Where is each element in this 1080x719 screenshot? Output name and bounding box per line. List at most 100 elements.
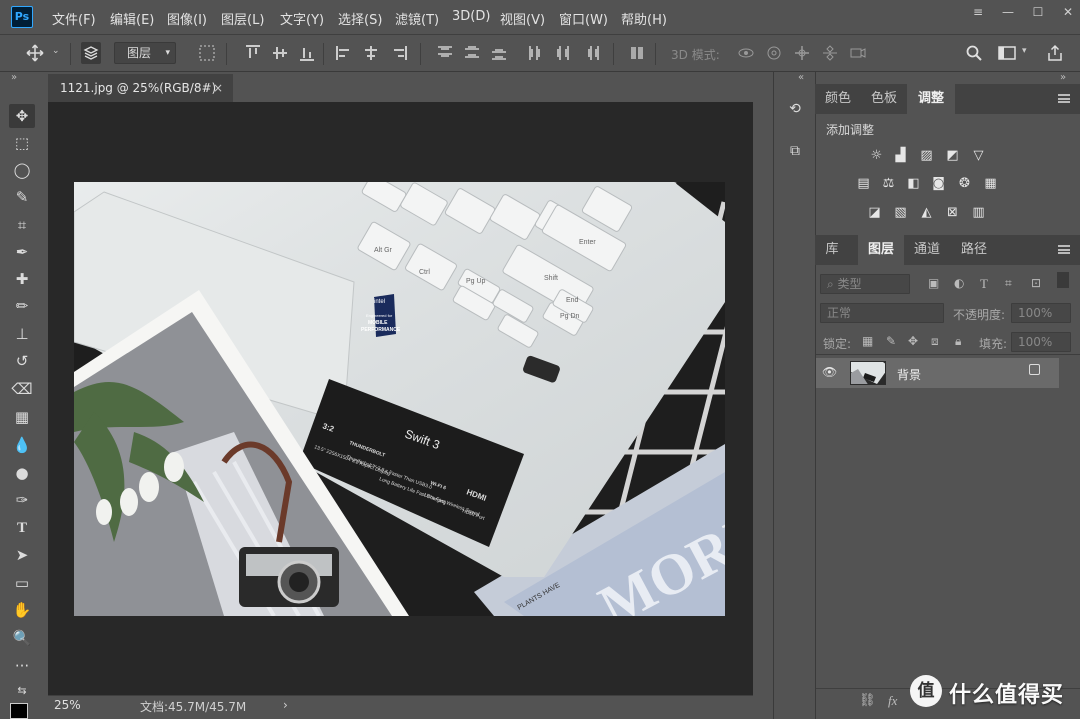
hand-tool-icon[interactable]: ✋	[9, 598, 35, 622]
tab-channels[interactable]: 通道	[905, 235, 949, 265]
orbit-3d-icon[interactable]	[737, 44, 755, 62]
brush-tool-icon[interactable]: ✏	[9, 294, 35, 318]
gradient-tool-icon[interactable]: ▦	[9, 405, 35, 429]
black-white-icon[interactable]: ◧	[905, 176, 922, 191]
status-menu-arrow[interactable]: ›	[283, 698, 288, 712]
document-image[interactable]: MORI PLANTS HAVE Alt Gr Ctrl Pg Up Pg Dn…	[74, 182, 725, 616]
gradient-map-icon[interactable]: ▥	[970, 205, 987, 220]
tab-color[interactable]: 颜色	[815, 84, 861, 114]
clone-stamp-tool-icon[interactable]: ⊥	[9, 322, 35, 346]
eye-icon[interactable]: 👁︎	[822, 365, 837, 379]
canvas-scrollbar[interactable]	[753, 102, 773, 695]
filter-pixel-icon[interactable]: ▣	[928, 276, 939, 290]
lock-transparent-icon[interactable]: ▦	[862, 334, 873, 348]
lock-artboard-icon[interactable]: ⧈	[931, 334, 939, 349]
tab-paths[interactable]: 路径	[951, 235, 997, 265]
document-tab[interactable]: 1121.jpg @ 25%(RGB/8#) ×	[48, 74, 233, 102]
distribute-horizontal-center-icon[interactable]	[555, 44, 573, 62]
history-panel-icon[interactable]: ⟲	[784, 98, 806, 120]
selective-color-icon[interactable]: ⊠	[944, 205, 961, 220]
pen-tool-icon[interactable]: ✑	[9, 488, 35, 512]
collapse-icon[interactable]: »	[11, 72, 17, 83]
healing-brush-tool-icon[interactable]: ✚	[9, 267, 35, 291]
menu-layer[interactable]: 图层(L)	[221, 9, 264, 28]
collapse-icon[interactable]: «	[798, 72, 804, 83]
lock-all-icon[interactable]: 🔒︎	[955, 334, 961, 349]
chevron-down-icon[interactable]: ▾	[1022, 46, 1027, 56]
filter-type-icon[interactable]: T	[980, 276, 988, 292]
marquee-tool-icon[interactable]: ⬚	[9, 131, 35, 155]
menu-window[interactable]: 窗口(W)	[559, 9, 608, 28]
zoom-tool-icon[interactable]: 🔍	[9, 626, 35, 650]
menu-3d[interactable]: 3D(D)	[452, 9, 490, 24]
distribute-vertical-center-icon[interactable]	[463, 44, 481, 62]
menu-filter[interactable]: 滤镜(T)	[395, 9, 439, 28]
type-tool-icon[interactable]: T	[9, 516, 35, 540]
link-layers-icon[interactable]: ⛓	[859, 693, 876, 708]
rectangle-tool-icon[interactable]: ▭	[9, 571, 35, 595]
move-tool-icon[interactable]	[26, 44, 44, 62]
workspace-icon[interactable]: ≡	[963, 1, 993, 23]
threshold-icon[interactable]: ◭	[918, 205, 935, 220]
align-top-icon[interactable]	[244, 44, 262, 62]
layer-style-icon[interactable]: fx	[888, 693, 897, 709]
history-brush-tool-icon[interactable]: ↺	[9, 349, 35, 373]
brightness-contrast-icon[interactable]: ☼	[868, 148, 885, 163]
menu-image[interactable]: 图像(I)	[167, 9, 207, 28]
path-selection-tool-icon[interactable]: ➤	[9, 543, 35, 567]
3d-panel-icon[interactable]: ⧉	[784, 140, 806, 162]
auto-select-layers-icon[interactable]	[81, 42, 101, 64]
layer-name[interactable]: 背景	[897, 366, 921, 383]
menu-edit[interactable]: 编辑(E)	[110, 9, 154, 28]
invert-icon[interactable]: ◪	[866, 205, 883, 220]
menu-help[interactable]: 帮助(H)	[621, 9, 667, 28]
fill-field[interactable]: 100%	[1011, 332, 1071, 352]
tab-layers[interactable]: 图层	[858, 235, 904, 265]
auto-select-target-dropdown[interactable]: 图层 ▾	[114, 42, 176, 64]
eraser-tool-icon[interactable]: ⌫	[9, 377, 35, 401]
chevron-down-icon[interactable]: ⌄	[52, 46, 60, 56]
close-icon[interactable]: ×	[213, 74, 223, 102]
slide-3d-icon[interactable]	[821, 44, 839, 62]
roll-3d-icon[interactable]	[765, 44, 783, 62]
lock-image-icon[interactable]: ✎	[886, 334, 896, 348]
filter-toggle[interactable]	[1057, 272, 1069, 288]
menu-file[interactable]: 文件(F)	[52, 9, 96, 28]
maximize-button[interactable]: ☐	[1023, 1, 1053, 23]
filter-adjustment-icon[interactable]: ◐	[954, 276, 964, 290]
distribute-right-icon[interactable]	[583, 44, 601, 62]
channel-mixer-icon[interactable]: ❂	[956, 176, 973, 191]
blur-tool-icon[interactable]: 💧	[9, 433, 35, 457]
align-bottom-icon[interactable]	[298, 44, 316, 62]
align-right-icon[interactable]	[390, 44, 408, 62]
tab-adjustments[interactable]: 调整	[907, 84, 955, 114]
lock-position-icon[interactable]: ✥	[908, 334, 918, 348]
opacity-field[interactable]: 100%	[1011, 303, 1071, 323]
menu-view[interactable]: 视图(V)	[500, 9, 545, 28]
crop-tool-icon[interactable]: ⌗	[9, 213, 35, 237]
quick-selection-tool-icon[interactable]: ✎	[9, 185, 35, 209]
color-lookup-icon[interactable]: ▦	[982, 176, 999, 191]
levels-icon[interactable]: ▟	[892, 148, 909, 163]
distribute-left-icon[interactable]	[527, 44, 545, 62]
align-horizontal-center-icon[interactable]	[362, 44, 380, 62]
panel-menu-icon[interactable]	[1058, 94, 1070, 103]
zoom-level[interactable]: 25%	[54, 698, 104, 714]
menu-select[interactable]: 选择(S)	[338, 9, 382, 28]
hue-saturation-icon[interactable]: ▤	[855, 176, 872, 191]
dodge-tool-icon[interactable]: ●	[9, 461, 35, 485]
transform-controls-icon[interactable]	[198, 44, 216, 62]
more-tools-icon[interactable]: ···	[9, 654, 35, 678]
curves-icon[interactable]: ▨	[918, 148, 935, 163]
collapse-icon[interactable]: »	[1060, 72, 1066, 83]
tab-swatches[interactable]: 色板	[861, 84, 907, 114]
photo-filter-icon[interactable]: ◙	[930, 176, 947, 191]
filter-shape-icon[interactable]: ⌗	[1005, 276, 1012, 291]
lasso-tool-icon[interactable]: ◯	[9, 158, 35, 182]
align-left-icon[interactable]	[335, 44, 353, 62]
exposure-icon[interactable]: ◩	[944, 148, 961, 163]
swap-colors-icon[interactable]: ⇆	[9, 679, 35, 703]
move-tool-icon[interactable]: ✥	[9, 104, 35, 128]
distribute-bottom-icon[interactable]	[490, 44, 508, 62]
align-vertical-center-icon[interactable]	[271, 44, 289, 62]
